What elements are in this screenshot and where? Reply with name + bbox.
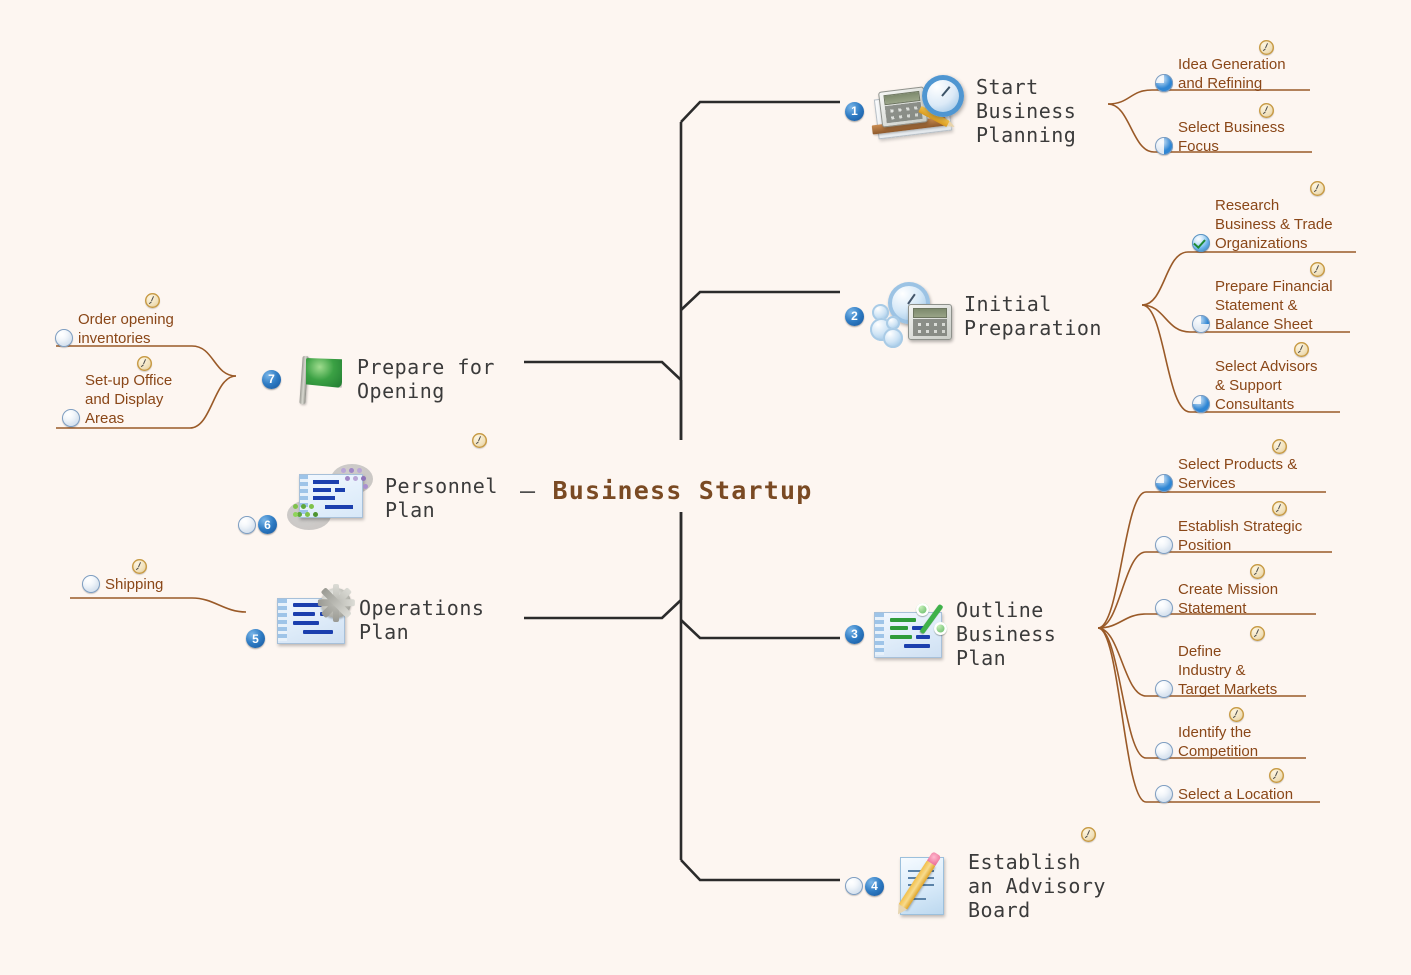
topic-label: Initial Preparation	[964, 292, 1102, 340]
clock-icon	[1081, 827, 1096, 842]
topic-establish-advisory-board[interactable]: 4 Establish an Advisory Board	[845, 850, 1106, 922]
topic-label: Start Business Planning	[976, 75, 1077, 147]
clock-icon	[145, 293, 160, 308]
clock-icon	[1259, 103, 1274, 118]
progress-indicator-complete	[1192, 234, 1210, 252]
progress-indicator	[1192, 395, 1210, 413]
subtopic-select-a-location[interactable]: Select a Location	[1155, 785, 1293, 804]
topic-label: Outline Business Plan	[956, 598, 1057, 670]
mindmap-canvas: — Business Startup 1 Start Business Plan…	[0, 0, 1411, 975]
subtopic-shipping[interactable]: Shipping	[82, 575, 163, 594]
subtopic-label: Order opening inventories	[78, 311, 174, 347]
subtopic-label: Research Business & Trade Organizations	[1215, 197, 1333, 252]
topic-number-badge: 4	[865, 876, 884, 896]
progress-indicator	[1155, 137, 1173, 155]
clock-icon	[1272, 439, 1287, 454]
subtopic-order-opening-inventories[interactable]: Order opening inventories	[55, 310, 174, 348]
clock-icon	[1310, 262, 1325, 277]
topic-outline-business-plan[interactable]: 3 Outline Business Plan	[845, 598, 1056, 670]
subtopic-label: Select a Location	[1178, 786, 1294, 803]
subtopic-setup-office-display-areas[interactable]: Set-up Office and Display Areas	[62, 371, 172, 428]
clock-icon	[1294, 342, 1309, 357]
topic-number-badge: 5	[246, 629, 265, 648]
topic-label: Establish an Advisory Board	[968, 850, 1106, 922]
root-dash: —	[520, 476, 537, 505]
clock-icon	[1250, 626, 1265, 641]
subtopic-label: Select Products & Services	[1178, 456, 1298, 492]
subtopic-define-industry-target-markets[interactable]: Define Industry & Target Markets	[1155, 642, 1277, 699]
topic-number-badge: 2	[845, 306, 864, 326]
calculator-ruler-magnifier-icon	[870, 75, 966, 147]
document-pencil-icon	[890, 853, 960, 919]
clock-icon	[132, 559, 147, 574]
topic-operations-plan[interactable]: Operations Plan 5	[246, 584, 485, 648]
subtopic-select-products-services[interactable]: Select Products & Services	[1155, 455, 1297, 493]
progress-indicator	[1155, 680, 1173, 698]
subtopic-label: Idea Generation and Refining	[1178, 56, 1286, 92]
progress-indicator	[238, 516, 256, 534]
progress-indicator	[62, 409, 80, 427]
topic-number-badge: 1	[845, 101, 864, 121]
subtopic-research-business-trade[interactable]: Research Business & Trade Organizations	[1192, 196, 1333, 253]
subtopic-identify-the-competition[interactable]: Identify the Competition	[1155, 723, 1258, 761]
topic-number-badge: 7	[262, 369, 281, 389]
progress-indicator	[1155, 74, 1173, 92]
subtopic-label: Set-up Office and Display Areas	[85, 372, 173, 427]
subtopic-label: Create Mission Statement	[1178, 581, 1279, 617]
progress-indicator	[82, 575, 100, 593]
subtopic-select-business-focus[interactable]: Select Business Focus	[1155, 118, 1285, 156]
green-flag-icon	[289, 350, 347, 408]
progress-indicator	[55, 329, 73, 347]
gantt-gear-icon	[273, 584, 355, 648]
clock-icon	[1310, 181, 1325, 196]
progress-indicator	[1155, 599, 1173, 617]
subtopic-idea-generation[interactable]: Idea Generation and Refining	[1155, 55, 1286, 93]
topic-start-business-planning[interactable]: 1 Start Business Planning	[845, 75, 1076, 147]
subtopic-create-mission-statement[interactable]: Create Mission Statement	[1155, 580, 1278, 618]
clock-icon	[1229, 707, 1244, 722]
subtopic-establish-strategic-position[interactable]: Establish Strategic Position	[1155, 517, 1302, 555]
gantt-percent-icon	[870, 603, 947, 662]
topic-number-badge: 3	[845, 624, 864, 644]
topic-personnel-plan[interactable]: Personnel Plan 6	[238, 462, 498, 534]
clock-icon	[137, 356, 152, 371]
clock-icon	[472, 433, 487, 448]
topic-initial-preparation[interactable]: 2 Initial Preparation	[845, 280, 1102, 352]
subtopic-label: Select Advisors & Support Consultants	[1215, 358, 1318, 413]
progress-indicator	[1155, 742, 1173, 760]
topic-label: Operations Plan	[359, 596, 485, 644]
subtopic-label: Identify the Competition	[1178, 724, 1259, 760]
root-title: Business Startup	[552, 476, 813, 505]
progress-indicator	[845, 877, 863, 895]
clock-icon	[1250, 564, 1265, 579]
subtopic-label: Define Industry & Target Markets	[1178, 643, 1278, 698]
progress-indicator	[1155, 474, 1173, 492]
subtopic-select-advisors[interactable]: Select Advisors & Support Consultants	[1192, 357, 1318, 414]
progress-indicator	[1155, 785, 1173, 803]
progress-indicator	[1192, 315, 1210, 333]
progress-indicator	[1155, 536, 1173, 554]
topic-label: Personnel Plan	[385, 474, 498, 522]
gantt-people-icon	[285, 462, 375, 534]
clock-icon	[1272, 501, 1287, 516]
clock-icon	[1259, 40, 1274, 55]
subtopic-label: Shipping	[105, 576, 164, 593]
subtopic-label: Establish Strategic Position	[1178, 518, 1303, 554]
subtopic-label: Prepare Financial Statement & Balance Sh…	[1215, 278, 1333, 333]
root-topic[interactable]: — Business Startup	[520, 476, 813, 505]
topic-prepare-for-opening[interactable]: Prepare for Opening 7	[262, 350, 495, 408]
subtopic-prepare-financial-statement[interactable]: Prepare Financial Statement & Balance Sh…	[1192, 277, 1333, 334]
topic-number-badge: 6	[258, 515, 277, 534]
clock-calculator-people-icon	[870, 280, 954, 352]
subtopic-label: Select Business Focus	[1178, 119, 1285, 155]
clock-icon	[1269, 768, 1284, 783]
topic-label: Prepare for Opening	[357, 355, 495, 403]
